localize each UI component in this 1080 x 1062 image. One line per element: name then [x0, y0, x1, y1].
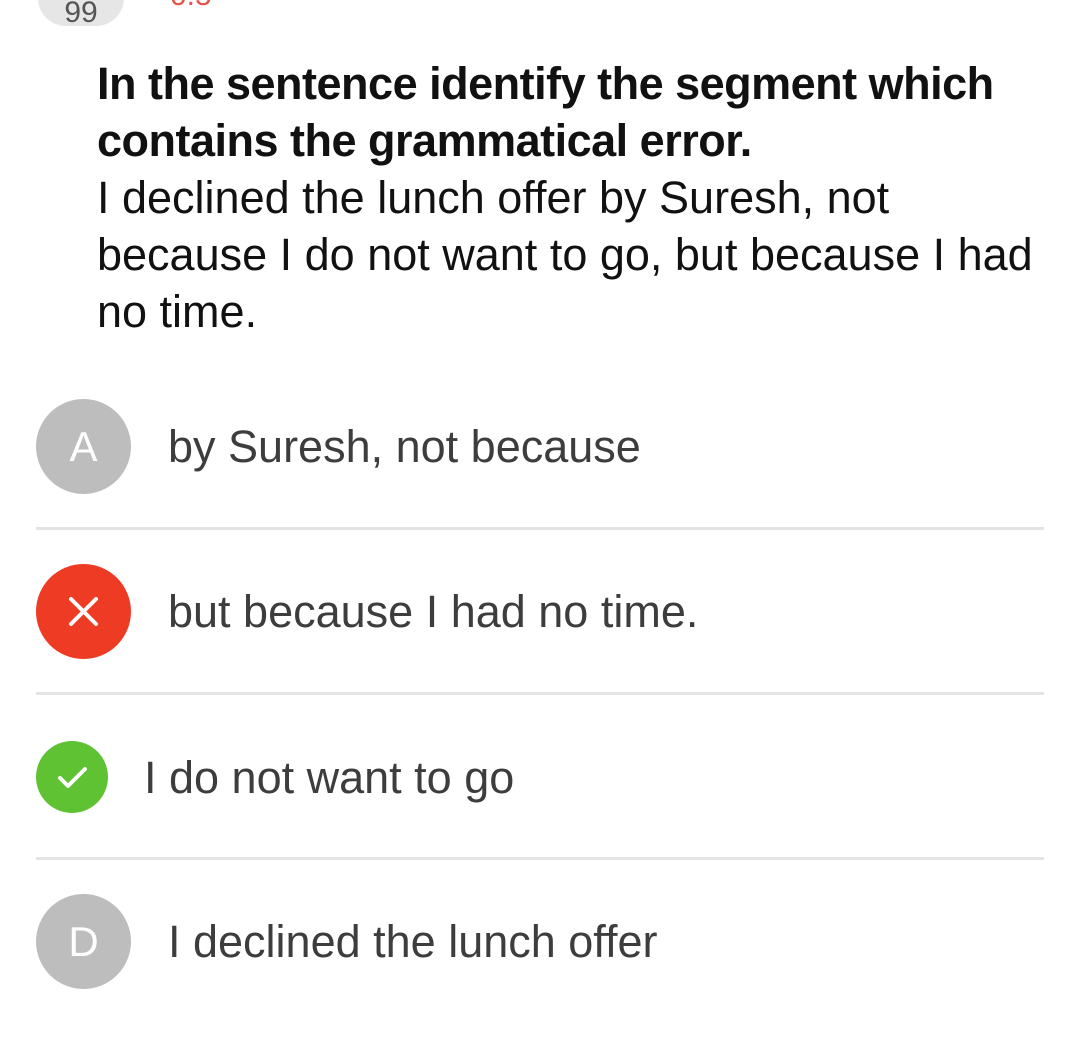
option-divider [36, 527, 1044, 530]
correct-badge [36, 741, 108, 813]
option-a[interactable]: A by Suresh, not because [36, 399, 1044, 529]
check-icon [58, 767, 87, 788]
incorrect-badge [36, 564, 131, 659]
option-c[interactable]: I do not want to go [36, 741, 1044, 871]
question-number-badge: 99 [38, 0, 124, 26]
option-d-text: I declined the lunch offer [168, 916, 658, 967]
option-b[interactable]: but because I had no time. [36, 564, 1044, 694]
option-d[interactable]: D I declined the lunch offer [36, 894, 1044, 1024]
option-divider [36, 857, 1044, 860]
option-d-badge: D [36, 894, 131, 989]
option-divider [36, 692, 1044, 695]
question-sentence: I declined the lunch offer by Suresh, no… [97, 172, 1033, 337]
question-text: In the sentence identify the segment whi… [97, 55, 1037, 340]
question-header: 99 -0.5 [0, 0, 1080, 30]
marks-label: -0.5 [160, 0, 212, 12]
option-a-text: by Suresh, not because [168, 421, 641, 472]
option-a-badge: A [36, 399, 131, 494]
close-icon [69, 597, 98, 626]
question-prompt: In the sentence identify the segment whi… [97, 58, 994, 166]
option-b-text: but because I had no time. [168, 586, 699, 637]
option-c-text: I do not want to go [144, 752, 515, 803]
